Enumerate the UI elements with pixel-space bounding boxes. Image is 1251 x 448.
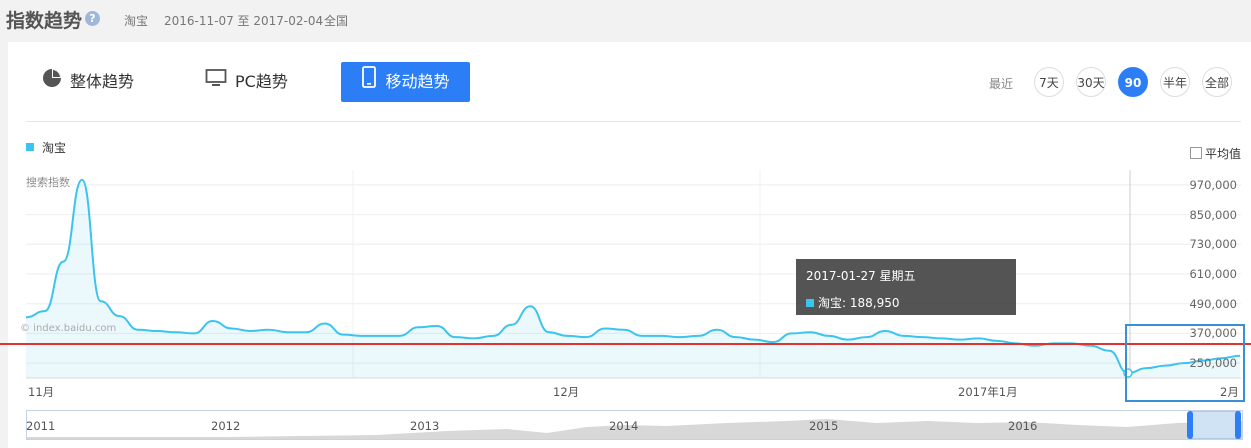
navigator-year-label: 2011 [26, 419, 56, 433]
navigator-year-label: 2013 [410, 419, 440, 433]
navigator-year-label: 2015 [809, 419, 839, 433]
trend-chart[interactable] [0, 0, 1251, 448]
navigator-year-label: 2014 [609, 419, 639, 433]
navigator-right-handle[interactable] [1235, 411, 1241, 439]
navigator-left-handle[interactable] [1187, 411, 1193, 439]
annotation-highlight-box [1125, 324, 1245, 402]
navigator-year-label: 2016 [1008, 419, 1038, 433]
y-tick-label: 730,000 [1189, 237, 1237, 252]
tooltip-value: 淘宝: 188,950 [806, 294, 899, 311]
tooltip-date: 2017-01-27 星期五 [806, 269, 916, 283]
y-tick-label: 850,000 [1189, 207, 1237, 222]
y-tick-label: 490,000 [1189, 296, 1237, 311]
series-area [26, 179, 1240, 378]
x-tick-label: 2017年1月 [958, 385, 1018, 399]
tooltip-swatch [806, 299, 814, 307]
chart-tooltip: 2017-01-27 星期五 淘宝: 188,950 [796, 259, 1016, 315]
y-tick-label: 610,000 [1189, 267, 1237, 281]
tooltip-value-text: 淘宝: 188,950 [818, 296, 900, 310]
navigator-year-label: 2012 [211, 419, 241, 433]
watermark: © index.baidu.com [20, 323, 117, 334]
x-tick-label: 12月 [553, 385, 580, 399]
y-tick-label: 970,000 [1189, 177, 1237, 192]
red-annotation-line [0, 343, 1251, 345]
x-tick-label: 11月 [28, 385, 55, 399]
